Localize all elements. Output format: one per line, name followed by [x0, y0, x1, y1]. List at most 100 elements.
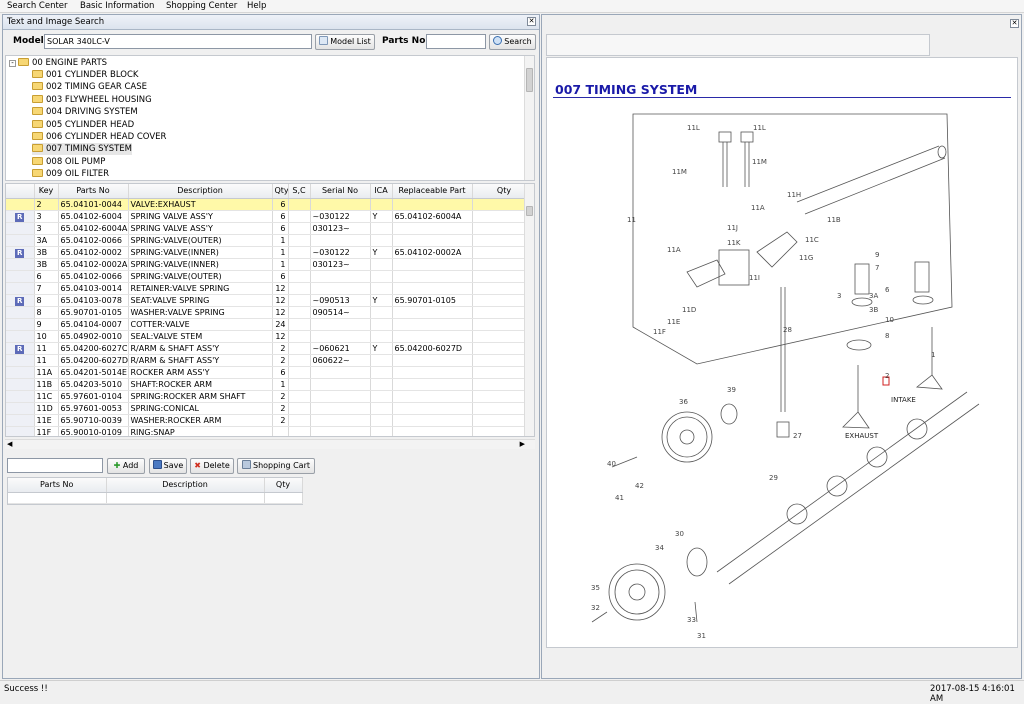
tree-item[interactable]: 002 TIMING GEAR CASE [32, 81, 147, 93]
table-row[interactable]: 11D 65.97601-0053 SPRING:CONICAL 2 [6, 402, 534, 415]
table-cell[interactable]: 7 [34, 282, 59, 295]
callout-label[interactable]: 8 [885, 332, 889, 340]
table-cell[interactable] [6, 330, 35, 343]
table-cell[interactable] [288, 234, 311, 247]
table-cell[interactable]: 65.97601-0053 [58, 402, 129, 415]
table-cell[interactable] [392, 330, 473, 343]
table-cell[interactable] [310, 426, 371, 436]
callout-label[interactable]: 11 [627, 216, 636, 224]
table-cell[interactable]: 3 [34, 210, 59, 223]
callout-label[interactable]: 31 [697, 632, 706, 640]
callout-label[interactable]: 11A [751, 204, 765, 212]
grid-scroll-thumb[interactable] [526, 206, 533, 216]
table-cell[interactable]: 9 [34, 318, 59, 331]
table-cell[interactable]: 65.90701-0105 [392, 294, 473, 307]
callout-label[interactable]: 11M [752, 158, 767, 166]
table-cell[interactable] [370, 282, 393, 295]
table-cell[interactable] [288, 258, 311, 271]
table-cell[interactable]: 65.04902-0010 [58, 330, 129, 343]
table-cell[interactable] [288, 294, 311, 307]
table-cell[interactable]: R/ARM & SHAFT ASS'Y [128, 354, 273, 367]
tree-item[interactable]: 006 CYLINDER HEAD COVER [32, 131, 166, 143]
callout-label[interactable]: EXHAUST [845, 432, 879, 440]
callout-label[interactable]: 2 [885, 372, 889, 380]
table-cell[interactable] [6, 414, 35, 427]
add-button[interactable]: ✚ Add [107, 458, 145, 474]
table-cell[interactable] [6, 222, 35, 235]
table-cell[interactable] [392, 198, 473, 211]
table-cell[interactable]: 65.04102-0002A [392, 246, 473, 259]
table-cell[interactable]: ROCKER ARM ASS'Y [128, 366, 273, 379]
table-cell[interactable]: 65.04104-0007 [58, 318, 129, 331]
table-cell[interactable] [392, 402, 473, 415]
table-cell[interactable]: 65.90701-0105 [58, 306, 129, 319]
tree-item[interactable]: 001 CYLINDER BLOCK [32, 69, 139, 81]
table-cell[interactable]: 030123~ [310, 222, 371, 235]
table-cell[interactable]: 3B [34, 246, 59, 259]
table-cell[interactable] [310, 378, 371, 391]
table-cell[interactable]: 1 [272, 258, 289, 271]
table-cell[interactable] [288, 306, 311, 319]
table-cell[interactable] [310, 234, 371, 247]
table-cell[interactable]: COTTER:VALVE [128, 318, 273, 331]
table-cell[interactable]: 65.04102-6004A [58, 222, 129, 235]
table-row[interactable]: 11F 65.90010-0109 RING:SNAP [6, 426, 534, 436]
tree-root[interactable]: -00 ENGINE PARTS [9, 57, 107, 69]
table-cell[interactable] [392, 318, 473, 331]
table-row[interactable]: 10 65.04902-0010 SEAL:VALVE STEM 12 [6, 330, 534, 343]
table-cell[interactable]: Y [370, 246, 393, 259]
header-col-flag[interactable] [6, 184, 35, 199]
table-cell[interactable]: 1 [272, 378, 289, 391]
table-cell[interactable] [288, 426, 311, 436]
callout-label[interactable]: 11A [667, 246, 681, 254]
callout-label[interactable]: 40 [607, 460, 616, 468]
callout-label[interactable]: 11K [727, 239, 741, 247]
table-cell[interactable] [6, 234, 35, 247]
scroll-left-icon[interactable]: ◀ [7, 440, 12, 448]
header-col-replaceable-part[interactable]: Replaceable Part [392, 184, 473, 199]
table-cell[interactable]: SEAL:VALVE STEM [128, 330, 273, 343]
table-cell[interactable] [6, 390, 35, 403]
callout-label[interactable]: 39 [727, 386, 736, 394]
table-cell[interactable] [392, 426, 473, 436]
table-cell[interactable] [6, 378, 35, 391]
table-cell[interactable] [6, 318, 35, 331]
callout-label[interactable]: 11L [687, 124, 700, 132]
table-cell[interactable]: 8 [34, 306, 59, 319]
table-cell[interactable] [6, 306, 35, 319]
table-cell[interactable]: 65.04102-0002A [58, 258, 129, 271]
table-row[interactable]: 11B 65.04203-5010 SHAFT:ROCKER ARM 1 [6, 378, 534, 391]
table-cell[interactable] [288, 198, 311, 211]
table-cell[interactable] [272, 426, 289, 436]
callout-label[interactable]: 11J [727, 224, 738, 232]
table-cell[interactable]: 65.97601-0104 [58, 390, 129, 403]
tree-scroll-thumb[interactable] [526, 68, 533, 92]
table-cell[interactable] [370, 222, 393, 235]
table-cell[interactable] [288, 210, 311, 223]
table-cell[interactable] [392, 258, 473, 271]
table-cell[interactable] [392, 234, 473, 247]
table-row[interactable]: 11 65.04200-6027D R/ARM & SHAFT ASS'Y 2 0606… [6, 354, 534, 367]
table-cell[interactable] [370, 270, 393, 283]
table-cell[interactable]: 6 [34, 270, 59, 283]
table-cell[interactable] [288, 378, 311, 391]
table-cell[interactable]: SPRING:VALVE(OUTER) [128, 234, 273, 247]
table-cell[interactable] [288, 330, 311, 343]
callout-label[interactable]: 34 [655, 544, 664, 552]
table-cell[interactable]: R [6, 210, 35, 223]
header-col-key[interactable]: Key [34, 184, 59, 199]
table-cell[interactable]: R/ARM & SHAFT ASS'Y [128, 342, 273, 355]
table-cell[interactable]: 2 [34, 198, 59, 211]
table-cell[interactable] [6, 270, 35, 283]
save-button[interactable]: Save [149, 458, 187, 474]
callout-label[interactable]: 3A [869, 292, 878, 300]
callout-label[interactable]: 33 [687, 616, 696, 624]
table-cell[interactable]: 030123~ [310, 258, 371, 271]
tree-item[interactable]: 003 FLYWHEEL HOUSING [32, 94, 152, 106]
table-cell[interactable]: VALVE:EXHAUST [128, 198, 273, 211]
table-cell[interactable]: ~090513 [310, 294, 371, 307]
table-cell[interactable] [370, 426, 393, 436]
table-row[interactable]: 3B 65.04102-0002A SPRING:VALVE(INNER) 1 0301… [6, 258, 534, 271]
table-row[interactable]: 3 65.04102-6004A SPRING VALVE ASS'Y 6 030123… [6, 222, 534, 235]
table-cell[interactable] [310, 366, 371, 379]
